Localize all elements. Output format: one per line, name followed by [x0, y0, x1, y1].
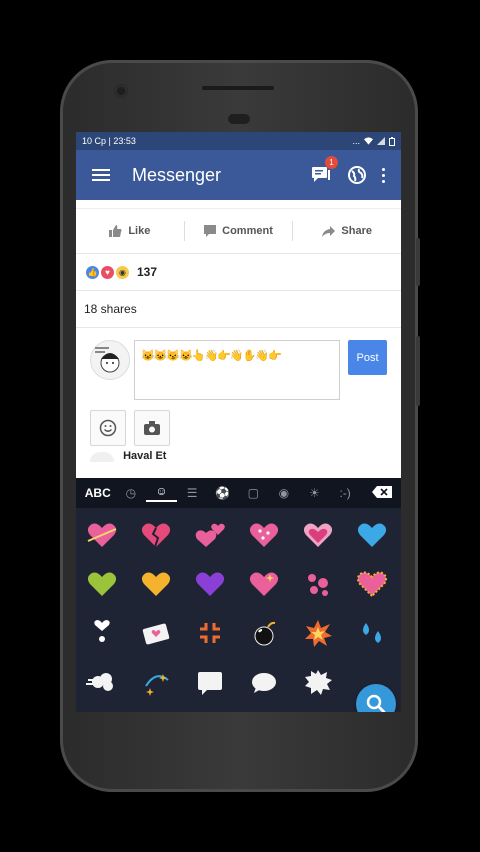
emoji-key[interactable]	[135, 565, 177, 603]
post-button[interactable]: Post	[348, 340, 387, 375]
proximity-sensor	[228, 114, 250, 124]
food-icon[interactable]: ☰	[177, 486, 208, 500]
shares-count[interactable]: 18 shares	[76, 291, 401, 328]
next-post-header: Haval Et	[90, 450, 166, 462]
search-icon	[366, 694, 386, 712]
emoji-key[interactable]	[297, 565, 339, 603]
volume-button	[416, 336, 420, 406]
emoji-key[interactable]	[351, 516, 393, 554]
emoji-key[interactable]	[81, 663, 123, 701]
notification-badge: 1	[325, 156, 338, 169]
emoji-key[interactable]	[189, 663, 231, 701]
phone-frame: 10 Cp | 23:53 ... Messenger 1 Like Comme…	[60, 60, 420, 792]
share-label: Share	[341, 225, 372, 237]
camera-button[interactable]	[134, 410, 170, 446]
emoji-key[interactable]	[297, 516, 339, 554]
emoticon-tab[interactable]: :-)	[330, 486, 361, 500]
emoji-key[interactable]	[81, 516, 123, 554]
share-arrow-icon	[322, 225, 336, 237]
globe-icon[interactable]	[346, 164, 368, 186]
emoji-key[interactable]	[243, 663, 285, 701]
comment-label: Comment	[222, 225, 273, 237]
bulb-icon[interactable]: ☀	[299, 486, 330, 500]
wow-reaction-icon: ◉	[116, 265, 129, 279]
camera-icon	[144, 421, 160, 435]
next-post-author: Haval Et	[123, 450, 167, 462]
comment-button[interactable]: Comment	[185, 225, 293, 237]
like-reaction-icon: 👍	[86, 265, 99, 279]
share-button[interactable]: Share	[293, 225, 401, 237]
love-reaction-icon: ♥	[101, 265, 114, 279]
chat-icon[interactable]: 1	[310, 156, 338, 186]
front-camera	[114, 84, 128, 98]
recent-icon[interactable]: ◷	[116, 486, 147, 500]
earpiece-speaker	[202, 86, 274, 90]
page-title: Messenger	[132, 164, 222, 185]
smiley-icon	[99, 419, 117, 437]
emoji-key[interactable]	[189, 516, 231, 554]
emoji-keyboard: ABC ◷ ☺ ☰ ⚽ ▢ ◉ ☀ :-)	[76, 478, 401, 712]
emoji-key[interactable]	[81, 565, 123, 603]
comment-input[interactable]: 😺😺😼😺👆👋👉👋✋👋👉	[134, 340, 340, 400]
avatar	[90, 340, 130, 380]
status-bar: 10 Cp | 23:53 ...	[76, 132, 401, 150]
reactions-summary[interactable]: 👍 ♥ ◉ 137	[76, 254, 401, 291]
post-image-bottom	[76, 200, 401, 209]
overflow-menu-icon[interactable]	[382, 167, 385, 183]
hamburger-menu-icon[interactable]	[92, 169, 110, 181]
status-icons: ...	[352, 136, 395, 146]
next-post-avatar	[90, 452, 114, 462]
emoji-key[interactable]	[135, 663, 177, 701]
backspace-icon[interactable]	[366, 485, 397, 501]
emoji-grid	[76, 514, 401, 712]
status-time: 10 Cp | 23:53	[82, 136, 136, 146]
ball-icon[interactable]: ⚽	[207, 486, 238, 500]
battery-icon	[389, 136, 395, 146]
emoji-category-tabs: ABC ◷ ☺ ☰ ⚽ ▢ ◉ ☀ :-)	[76, 478, 401, 508]
animal-icon[interactable]: ◉	[269, 486, 300, 500]
emoji-key[interactable]	[351, 614, 393, 652]
like-button[interactable]: Like	[76, 225, 184, 237]
power-button	[416, 238, 420, 286]
emoji-key[interactable]	[135, 614, 177, 652]
emoji-key[interactable]	[135, 516, 177, 554]
post-content: Like Comment Share 👍 ♥ ◉ 137 18 shares 😺…	[76, 200, 401, 478]
emoji-key[interactable]	[243, 516, 285, 554]
screen: 10 Cp | 23:53 ... Messenger 1 Like Comme…	[76, 132, 401, 712]
reaction-count: 137	[137, 265, 158, 279]
emoji-button[interactable]	[90, 410, 126, 446]
emoji-key[interactable]	[189, 614, 231, 652]
thumbs-up-icon	[109, 225, 122, 237]
car-icon[interactable]: ▢	[238, 486, 269, 500]
like-label: Like	[128, 225, 151, 237]
emoji-key[interactable]	[297, 663, 339, 701]
smiley-tab-icon[interactable]: ☺	[146, 484, 177, 502]
status-indicators: ...	[352, 136, 360, 146]
emoji-key[interactable]	[243, 565, 285, 603]
emoji-key[interactable]	[351, 565, 393, 603]
emoji-key[interactable]	[189, 565, 231, 603]
wifi-icon	[364, 137, 373, 145]
signal-icon	[377, 137, 385, 145]
emoji-key[interactable]	[81, 614, 123, 652]
emoji-key[interactable]	[297, 614, 339, 652]
search-fab-button[interactable]	[356, 684, 396, 712]
abc-tab[interactable]: ABC	[80, 486, 116, 500]
comment-composer: 😺😺😼😺👆👋👉👋✋👋👉 Post	[76, 328, 401, 446]
app-toolbar: Messenger 1	[76, 150, 401, 200]
emoji-key[interactable]	[243, 614, 285, 652]
post-actions-bar: Like Comment Share	[76, 209, 401, 254]
comment-icon	[204, 225, 217, 237]
